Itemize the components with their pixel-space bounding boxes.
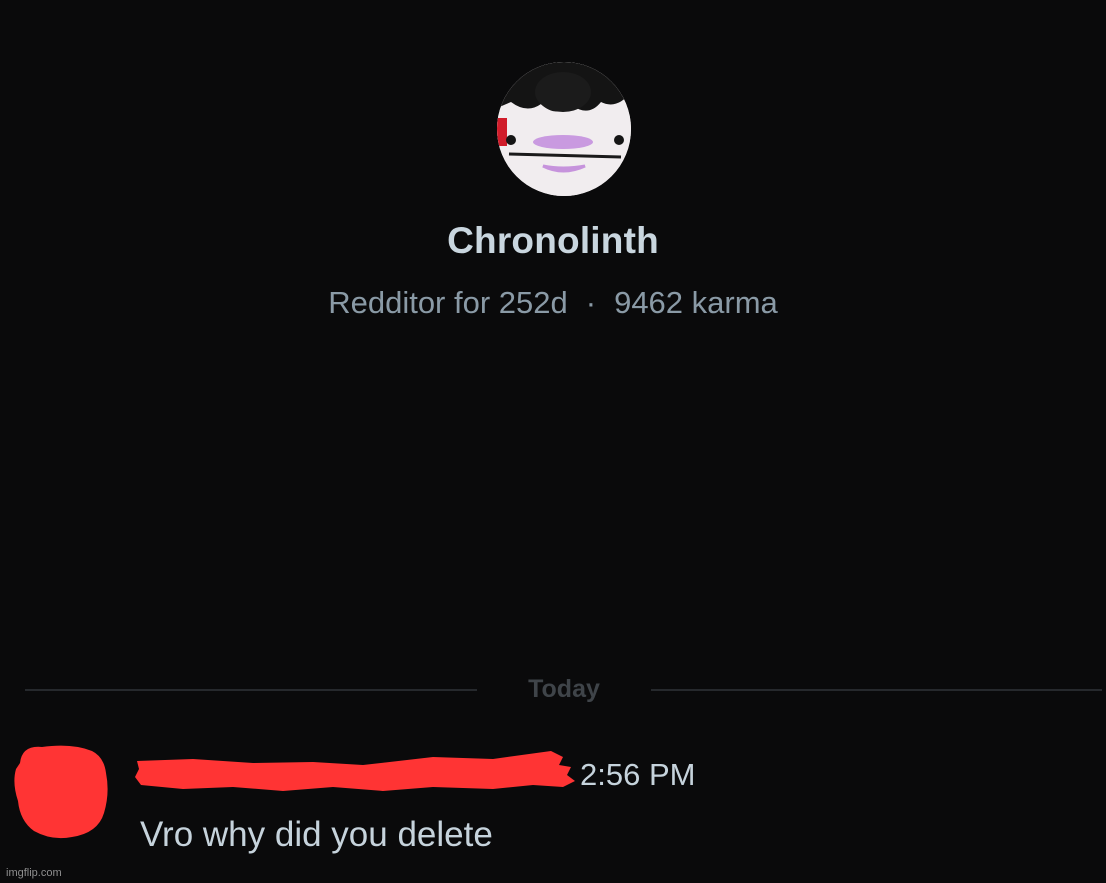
profile-header: Chronolinth Redditor for 252d · 9462 karma [0,0,1106,340]
chat-message: 2:56 PM Vro why did you delete [0,735,1106,865]
divider-line-right [651,689,1102,691]
meta-separator: · [585,285,597,320]
account-age: Redditor for 252d [328,285,568,320]
date-divider-label: Today [528,675,600,703]
profile-avatar-icon[interactable] [497,62,631,196]
sender-avatar-redacted[interactable] [12,743,108,839]
profile-meta: Redditor for 252d · 9462 karma [0,285,1106,321]
message-timestamp: 2:56 PM [580,757,696,792]
date-divider: Today [0,670,1106,710]
karma-count: 9462 karma [614,285,778,320]
divider-line-left [25,689,477,691]
watermark: imgflip.com [6,867,62,879]
message-text[interactable]: Vro why did you delete [140,815,493,855]
profile-username: Chronolinth [447,220,659,261]
sender-name-redacted[interactable] [133,747,578,797]
